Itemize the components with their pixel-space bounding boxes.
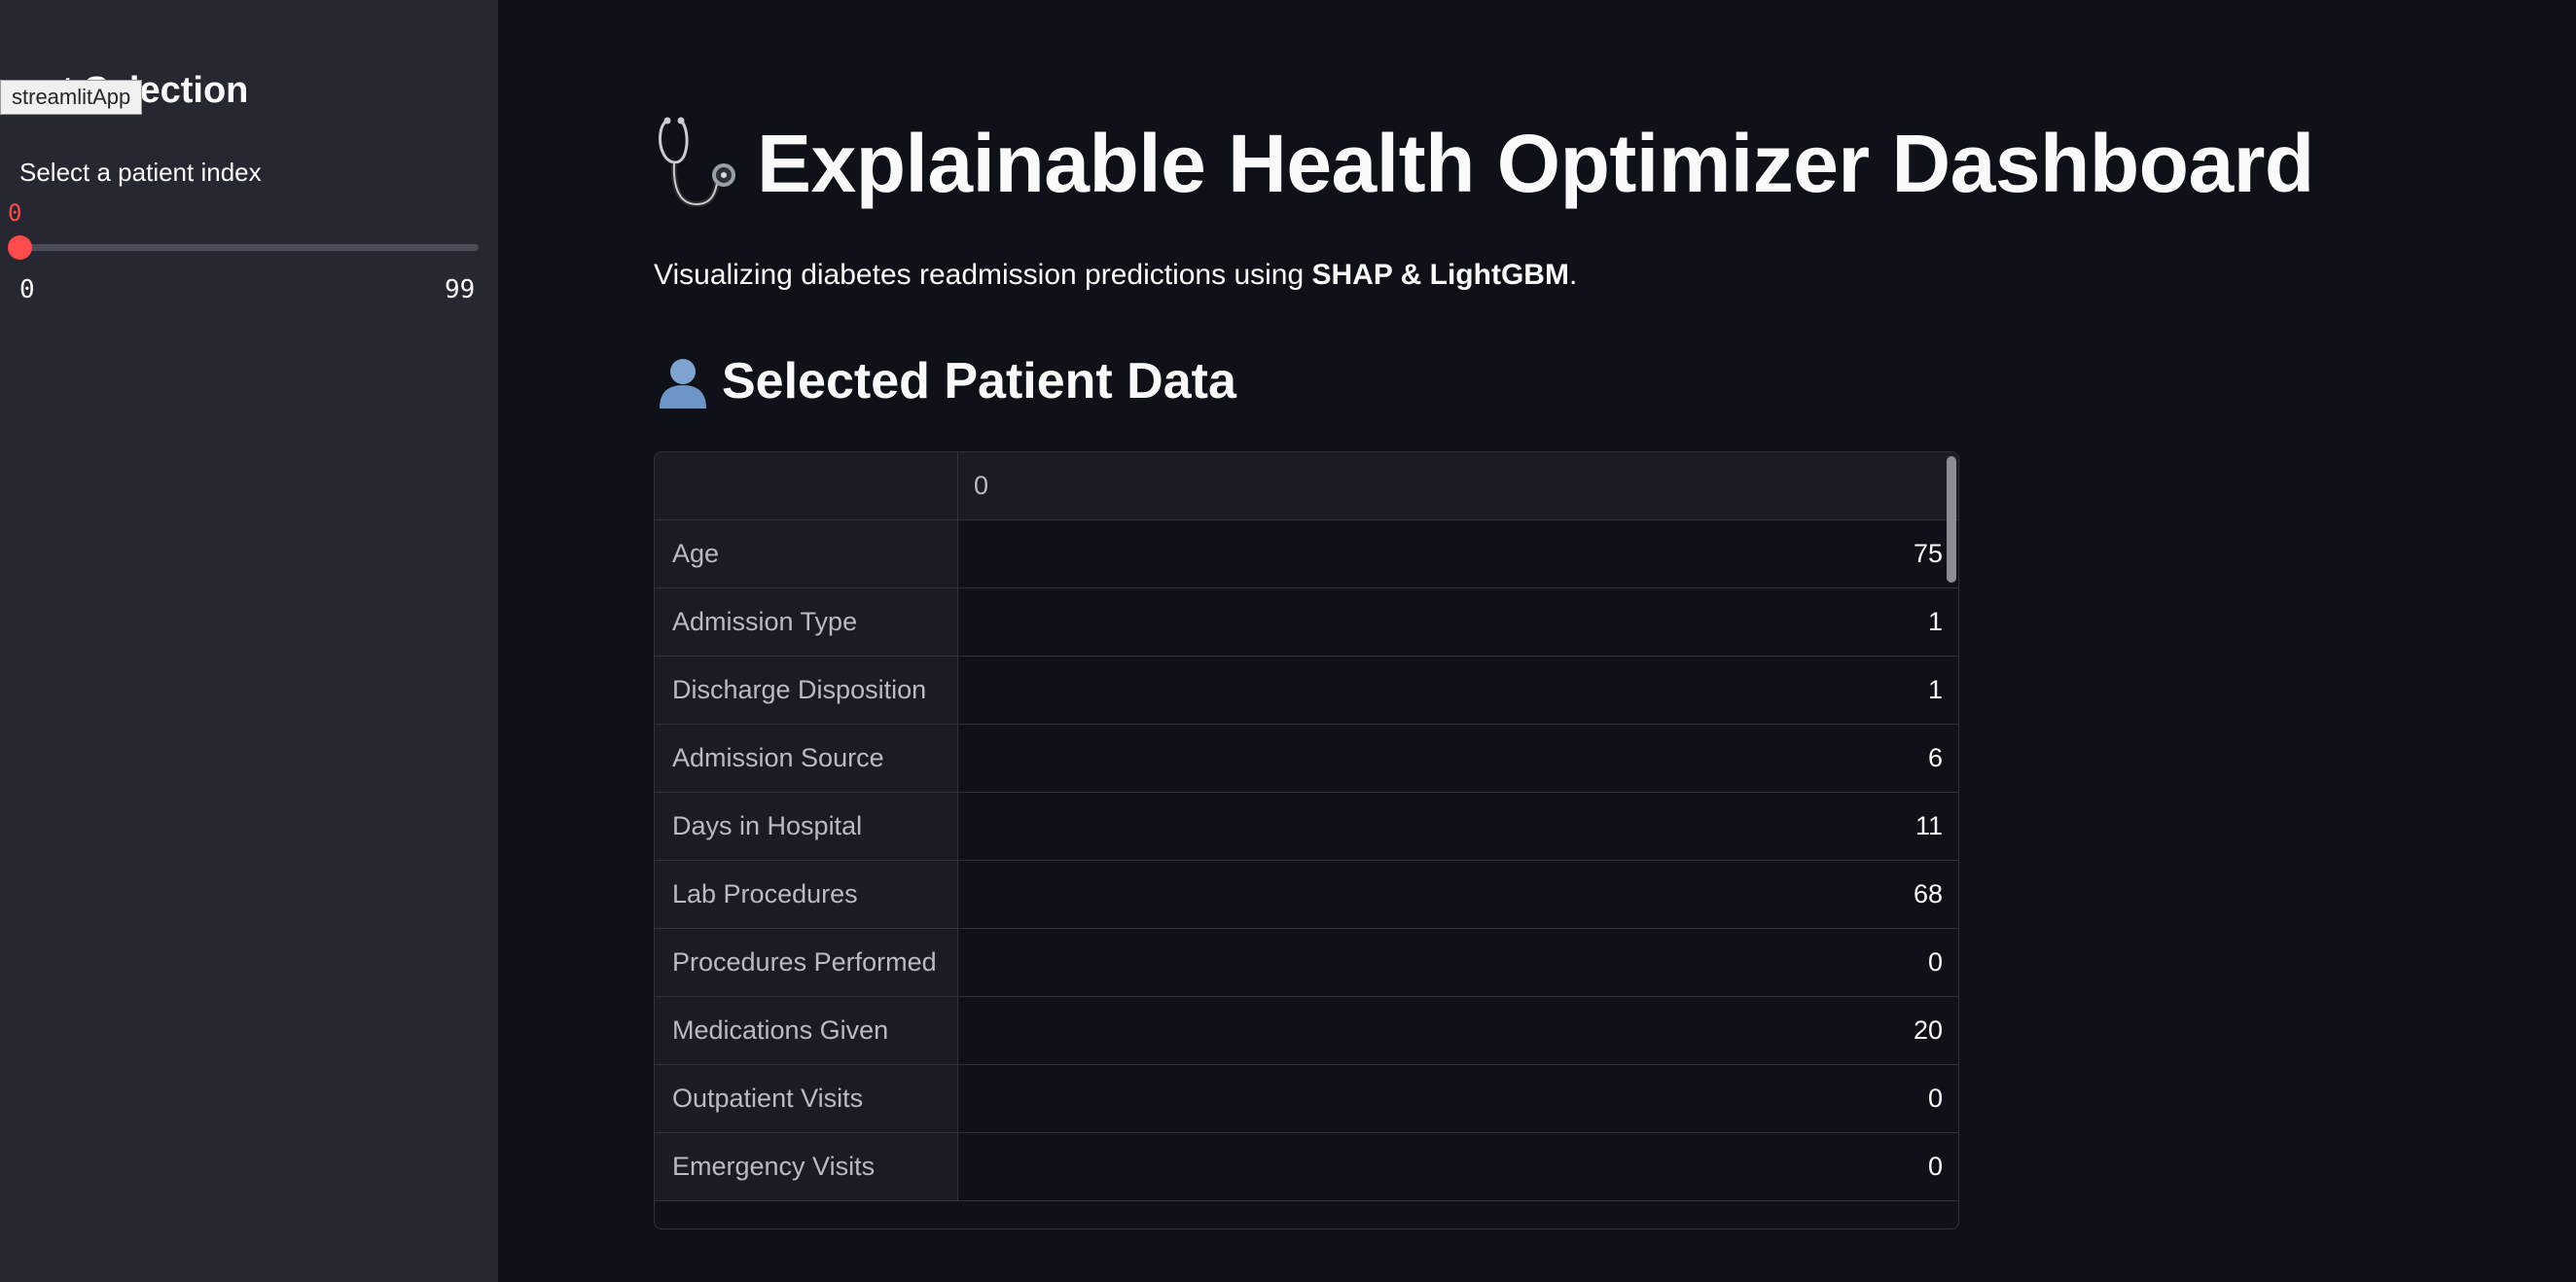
- table-row[interactable]: Admission Type 1: [655, 588, 1958, 657]
- app-tooltip: streamlitApp: [0, 80, 143, 115]
- subtitle-prefix: Visualizing diabetes readmission predict…: [654, 259, 1312, 291]
- slider-track[interactable]: [19, 244, 479, 251]
- row-value[interactable]: 0: [958, 929, 1958, 996]
- table-row[interactable]: Lab Procedures 68: [655, 861, 1958, 929]
- table-header-row: 0: [655, 452, 1958, 520]
- row-label: Age: [655, 520, 958, 588]
- row-value[interactable]: 11: [958, 793, 1958, 860]
- row-value[interactable]: 0: [958, 1065, 1958, 1132]
- row-label: Outpatient Visits: [655, 1065, 958, 1132]
- subtitle-bold: SHAP & LightGBM: [1311, 259, 1569, 291]
- slider-thumb[interactable]: [8, 235, 32, 260]
- slider-max-label: 99: [445, 275, 476, 304]
- page-title: Explainable Health Optimizer Dashboard: [654, 115, 2314, 212]
- table-row[interactable]: Age 75: [655, 520, 1958, 588]
- section-header: Selected Patient Data: [654, 352, 1236, 410]
- row-label: Emergency Visits: [655, 1133, 958, 1200]
- main-content: Explainable Health Optimizer Dashboard V…: [498, 0, 2576, 1282]
- row-label: Medications Given: [655, 997, 958, 1064]
- row-value[interactable]: 6: [958, 725, 1958, 792]
- row-value[interactable]: 1: [958, 588, 1958, 656]
- slider-min-label: 0: [19, 275, 35, 304]
- row-value[interactable]: 0: [958, 1133, 1958, 1200]
- slider-current-value: 0: [8, 199, 22, 227]
- sidebar: nt Selection Select a patient index 0 0 …: [0, 0, 498, 1282]
- row-label: Lab Procedures: [655, 861, 958, 928]
- page-title-text: Explainable Health Optimizer Dashboard: [757, 117, 2314, 209]
- row-label: Days in Hospital: [655, 793, 958, 860]
- table-row[interactable]: Medications Given 20: [655, 997, 1958, 1065]
- row-label: Procedures Performed: [655, 929, 958, 996]
- column-header[interactable]: 0: [958, 452, 1958, 519]
- slider-label: Select a patient index: [19, 158, 262, 187]
- row-value[interactable]: 1: [958, 657, 1958, 724]
- table-row[interactable]: Days in Hospital 11: [655, 793, 1958, 861]
- patient-data-table[interactable]: 0 Age 75 Admission Type 1 Discharge Disposit…: [654, 451, 1959, 1229]
- table-row[interactable]: Discharge Disposition 1: [655, 657, 1958, 725]
- page-subtitle: Visualizing diabetes readmission predict…: [654, 259, 1577, 292]
- row-value[interactable]: 68: [958, 861, 1958, 928]
- stethoscope-icon: [659, 117, 735, 208]
- row-label: Admission Source: [655, 725, 958, 792]
- row-label: Admission Type: [655, 588, 958, 656]
- person-icon: [660, 359, 706, 409]
- table-row[interactable]: Procedures Performed 0: [655, 929, 1958, 997]
- row-label: Discharge Disposition: [655, 657, 958, 724]
- table-corner-cell: [655, 452, 958, 519]
- table-row[interactable]: Outpatient Visits 0: [655, 1065, 1958, 1133]
- subtitle-suffix: .: [1568, 259, 1578, 291]
- row-value[interactable]: 75: [958, 520, 1958, 588]
- section-title: Selected Patient Data: [722, 353, 1236, 410]
- table-row[interactable]: Admission Source 6: [655, 725, 1958, 793]
- table-scrollbar[interactable]: [1947, 456, 1956, 583]
- table-row[interactable]: Emergency Visits 0: [655, 1133, 1958, 1201]
- row-value[interactable]: 20: [958, 997, 1958, 1064]
